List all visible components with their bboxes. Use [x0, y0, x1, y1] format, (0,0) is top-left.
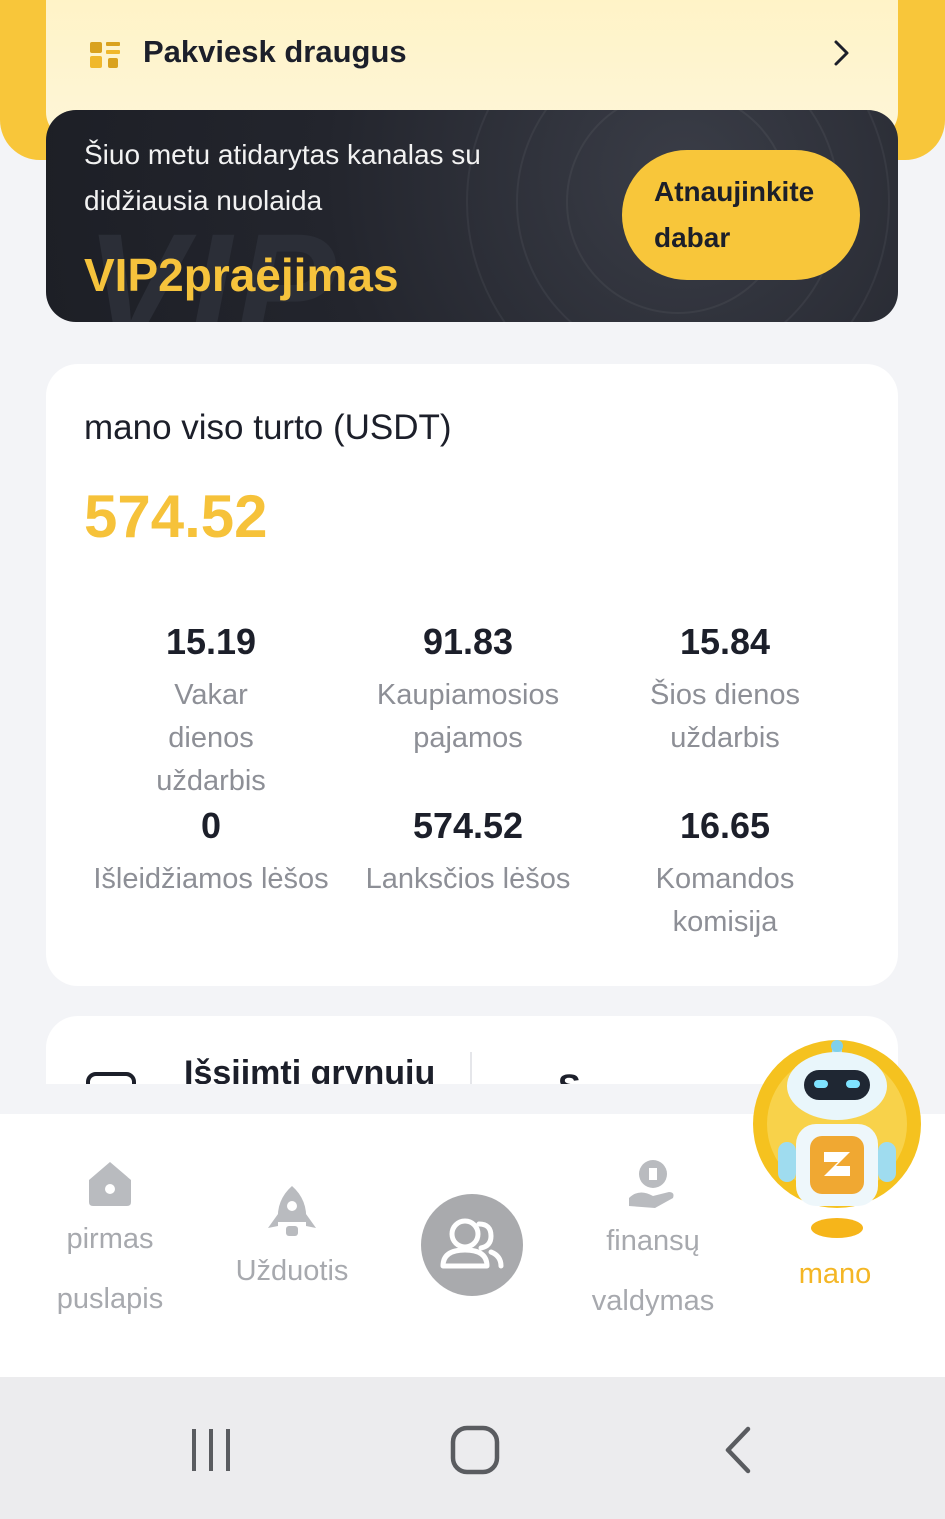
stat-label: Šios dienos uždarbis: [650, 679, 800, 754]
recent-apps-icon[interactable]: [186, 1425, 236, 1475]
stat-yesterday-earnings: 15.19 Vakar dienos uždarbis: [71, 620, 351, 803]
home-button-icon[interactable]: [448, 1425, 502, 1475]
stat-label: Vakar dienos uždarbis: [156, 679, 266, 797]
robot-avatar-icon[interactable]: [752, 1040, 922, 1240]
assets-title: mano viso turto (USDT): [84, 408, 452, 447]
nav-label: pirmas puslapis: [56, 1223, 164, 1315]
vip-description: Šiuo metu atidarytas kanalas su didžiaus…: [84, 139, 481, 216]
finance-icon: [629, 1160, 674, 1208]
stat-label: Kaupiamosios pajamos: [376, 679, 560, 754]
nav-label: Užduotis: [235, 1255, 349, 1287]
divider: [470, 1052, 472, 1084]
invite-friends-label: Pakviesk draugus: [143, 34, 407, 69]
users-icon: [90, 42, 120, 68]
nav-finance[interactable]: finansų valdymas: [578, 1156, 728, 1331]
stat-cumulative-income: 91.83 Kaupiamosios pajamos: [328, 620, 608, 760]
stat-value: 574.52: [412, 805, 524, 846]
nav-label: finansų valdymas: [591, 1225, 715, 1317]
rocket-icon: [268, 1186, 316, 1236]
stat-label: Komandos komisija: [655, 863, 795, 938]
second-label: S...: [558, 1068, 609, 1084]
nav-team[interactable]: [421, 1194, 523, 1296]
system-nav-bar: [0, 1377, 945, 1519]
home-icon: [89, 1162, 131, 1206]
stat-value: 15.84: [679, 621, 771, 662]
vip-banner: VIP Šiuo metu atidarytas kanalas su didž…: [46, 110, 898, 322]
upgrade-now-button[interactable]: Atnaujinkite dabar: [622, 150, 860, 280]
stat-value: 91.83: [422, 621, 514, 662]
wallet-icon: [86, 1072, 136, 1084]
back-icon[interactable]: [716, 1425, 760, 1475]
nav-label: mano: [798, 1258, 872, 1290]
stat-value: 15.19: [165, 621, 257, 662]
nav-tasks[interactable]: Užduotis: [222, 1184, 362, 1301]
withdraw-label: Išsiimti grynuių: [184, 1054, 436, 1084]
stat-label: Lanksčios lėšos: [365, 863, 571, 895]
team-icon: [440, 1218, 504, 1269]
stat-team-commission: 16.65 Komandos komisija: [585, 804, 865, 944]
chevron-right-icon[interactable]: [826, 38, 856, 68]
stat-value: 0: [200, 805, 222, 846]
stat-value: 16.65: [679, 805, 771, 846]
nav-mine[interactable]: mano: [770, 1244, 900, 1304]
stat-today-earnings: 15.84 Šios dienos uždarbis: [585, 620, 865, 760]
stat-spendable-funds: 0 Išleidžiamos lėšos: [71, 804, 351, 901]
nav-home[interactable]: pirmas puslapis: [40, 1156, 180, 1329]
stat-flexible-funds: 574.52 Lanksčios lėšos: [328, 804, 608, 901]
assets-total: 574.52: [84, 483, 268, 550]
vip-title: VIP2praėjimas: [84, 249, 399, 301]
assets-card: mano viso turto (USDT) 574.52 15.19 Vaka…: [46, 364, 898, 986]
